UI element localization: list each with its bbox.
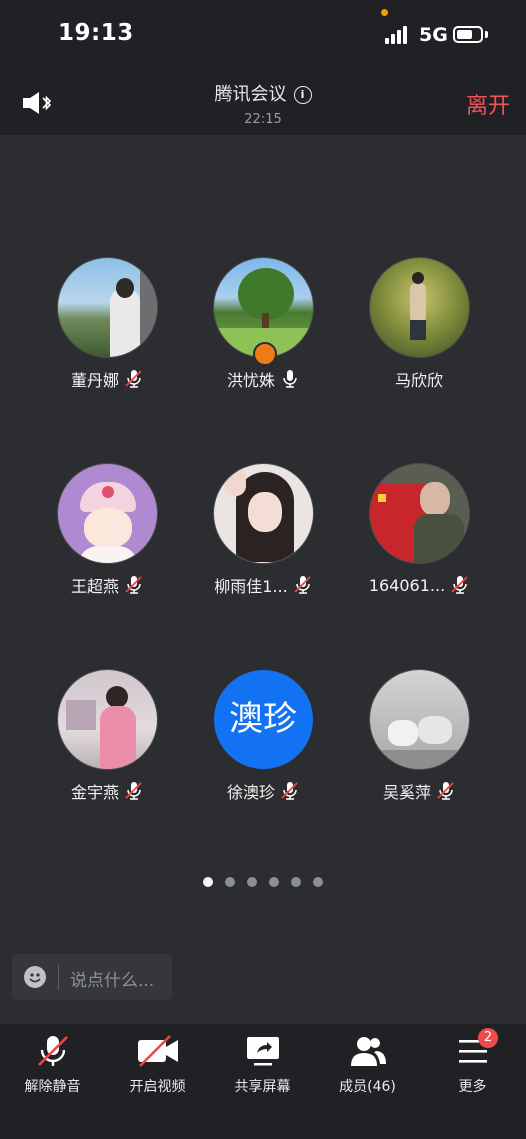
host-badge-icon [253,342,277,366]
mic-muted-icon [125,781,143,801]
participant-name: 王超燕 [70,577,119,596]
participant-tile[interactable]: 马欣欣 [339,258,499,391]
avatar [369,464,469,563]
network-type: 5G [419,24,448,46]
battery-cap [485,31,488,38]
page-dot[interactable] [203,877,213,887]
members-button[interactable]: 成员(46) [315,1034,420,1096]
mic-muted-icon [281,781,299,801]
meeting-header: 腾讯会议 i 22:15 离开 [0,70,526,135]
divider [58,964,59,990]
participant-name: 柳雨佳1... [214,577,288,596]
start-video-button[interactable]: 开启视频 [105,1034,210,1096]
participant-tile[interactable]: 柳雨佳1... [183,464,343,597]
bottom-toolbar: 解除静音 开启视频 共享屏幕 成员(46) 2 更多 [0,1024,526,1139]
page-dot[interactable] [313,877,323,887]
info-icon[interactable]: i [293,86,312,104]
share-screen-icon [246,1037,279,1066]
unmute-label: 解除静音 [24,1079,81,1095]
avatar [369,670,469,769]
meeting-timer: 22:15 [244,112,282,127]
privacy-indicator-dot [381,9,388,16]
page-dot[interactable] [291,877,301,887]
participant-name: 马欣欣 [394,371,443,390]
participant-tile[interactable]: 董丹娜 [27,258,187,391]
avatar [57,464,157,563]
avatar-initials: 澳珍 [213,670,313,769]
share-screen-label: 共享屏幕 [234,1079,291,1095]
mic-muted-icon [437,781,455,801]
signal-icon [385,26,411,44]
participant-name: 徐澳珍 [226,783,275,802]
avatar [57,670,157,769]
participant-tile[interactable]: 吴奚萍 [339,670,499,803]
leave-button[interactable]: 离开 [466,88,510,120]
participant-tile[interactable]: 洪忧姝 [183,258,343,391]
notification-badge: 2 [478,1028,498,1048]
avatar [213,464,313,563]
page-dot[interactable] [225,877,235,887]
status-time: 19:13 [58,20,134,46]
chat-placeholder: 说点什么... [70,971,155,991]
mic-icon [281,369,299,389]
page-indicator[interactable] [0,872,526,891]
more-button[interactable]: 2 更多 [420,1028,525,1096]
members-icon [350,1037,386,1066]
status-bar: 19:13 5G [0,0,526,70]
meeting-title-row[interactable]: 腾讯会议 i [0,80,526,106]
avatar [57,258,157,357]
camera-off-icon [137,1035,178,1067]
mic-muted-icon [294,575,312,595]
start-video-label: 开启视频 [129,1079,186,1095]
share-screen-button[interactable]: 共享屏幕 [210,1034,315,1096]
participant-tile[interactable]: 澳珍 徐澳珍 [183,670,343,803]
unmute-button[interactable]: 解除静音 [0,1034,105,1096]
more-label: 更多 [458,1079,487,1095]
mic-muted-icon [125,575,143,595]
participant-name: 164061... [368,575,446,595]
mic-muted-icon [451,575,469,595]
participant-name: 金宇燕 [70,783,119,802]
meeting-title: 腾讯会议 [214,84,287,105]
chat-input[interactable]: 说点什么... [12,954,172,1000]
participant-name: 董丹娜 [70,371,119,390]
avatar [369,258,469,357]
mic-muted-icon [37,1036,68,1066]
participant-name: 洪忧姝 [226,371,275,390]
page-dot[interactable] [269,877,279,887]
mic-muted-icon [125,369,143,389]
participant-tile[interactable]: 金宇燕 [27,670,187,803]
battery-icon [453,26,483,43]
emoji-icon[interactable] [24,966,46,988]
members-label: 成员(46) [339,1079,396,1095]
participant-tile[interactable]: 164061... [339,464,499,597]
participant-tile[interactable]: 王超燕 [27,464,187,597]
participant-name: 吴奚萍 [382,783,431,802]
page-dot[interactable] [247,877,257,887]
